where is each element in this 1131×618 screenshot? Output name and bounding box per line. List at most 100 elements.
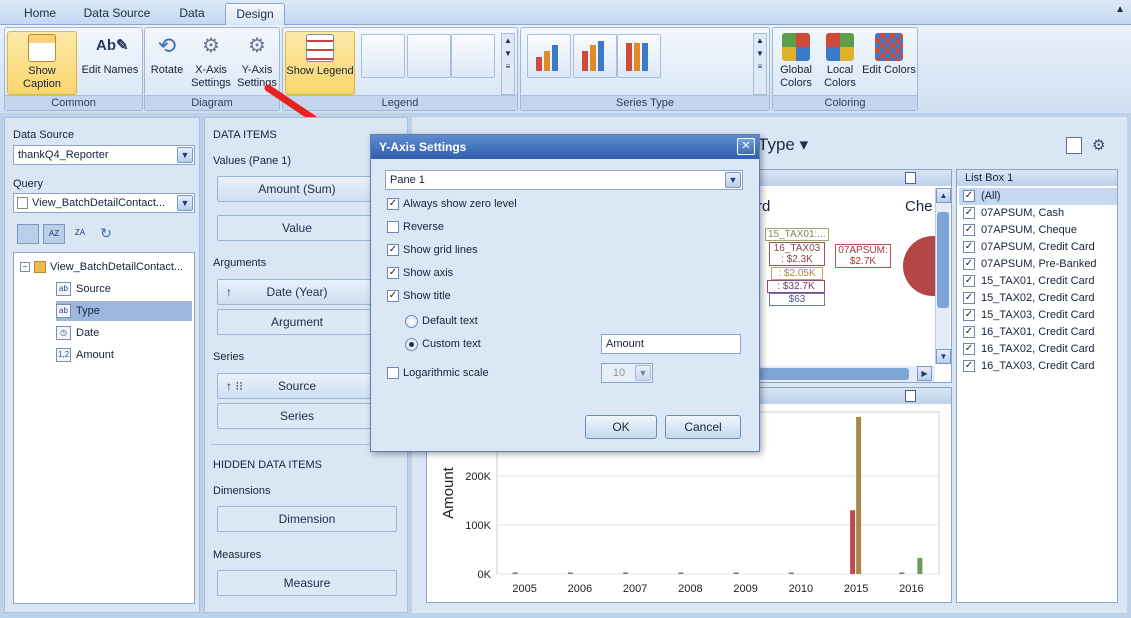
collapse-all-icon[interactable]: [17, 224, 39, 244]
checkbox-icon[interactable]: ✓: [963, 207, 975, 219]
sort-desc-icon[interactable]: ZA: [69, 224, 91, 244]
list-item[interactable]: ✓ 15_TAX03, Credit Card: [959, 307, 1117, 324]
dimension-drop-slot[interactable]: Dimension: [217, 506, 397, 532]
export-icon[interactable]: [905, 390, 916, 402]
checkbox-icon[interactable]: [387, 221, 399, 233]
series-type-full-stacked-icon[interactable]: [617, 34, 661, 78]
chevron-down-icon[interactable]: ▼: [725, 172, 741, 188]
ok-button[interactable]: OK: [585, 415, 657, 439]
pie-vertical-scrollbar[interactable]: ▲ ▼: [935, 188, 951, 364]
list-item[interactable]: ✓ 07APSUM, Pre-Banked: [959, 256, 1117, 273]
collapse-icon[interactable]: −: [20, 262, 30, 272]
tab-home[interactable]: Home: [12, 3, 68, 25]
field-item-selected[interactable]: ab Type: [56, 301, 192, 321]
legend-position-option-1[interactable]: [361, 34, 405, 78]
list-item[interactable]: ✓ 07APSUM, Cheque: [959, 222, 1117, 239]
chevron-down-icon[interactable]: ▼: [177, 147, 193, 163]
series-drop-slot[interactable]: Series: [217, 403, 377, 429]
sort-asc-icon[interactable]: AZ: [43, 224, 65, 244]
source-series-item[interactable]: ↑ ⁝⁝ Source: [217, 373, 377, 399]
edit-colors-button[interactable]: Edit Colors: [861, 31, 917, 95]
checkbox-icon[interactable]: ✓: [963, 258, 975, 270]
scroll-up-icon[interactable]: ▲: [936, 188, 951, 203]
always-zero-checkbox[interactable]: ✓ Always show zero level: [387, 196, 517, 214]
scroll-thumb[interactable]: [759, 368, 909, 380]
data-source-combo[interactable]: thankQ4_Reporter ▼: [13, 145, 195, 165]
series-type-stacked-bar-icon[interactable]: [573, 34, 617, 78]
list-item[interactable]: ✓ 07APSUM, Cash: [959, 205, 1117, 222]
checkbox-icon[interactable]: ✓: [963, 343, 975, 355]
pane-select[interactable]: Pane 1 ▼: [385, 170, 743, 190]
cancel-button[interactable]: Cancel: [665, 415, 741, 439]
checkbox-icon[interactable]: ✓: [387, 244, 399, 256]
series-type-gallery-scroll[interactable]: ▲ ▼ ≡: [753, 33, 767, 95]
checkbox-icon[interactable]: ✓: [387, 290, 399, 302]
query-combo[interactable]: View_BatchDetailContact... ▼: [13, 193, 195, 213]
checkbox-icon[interactable]: ✓: [963, 292, 975, 304]
checkbox-icon[interactable]: ✓: [963, 275, 975, 287]
scroll-thumb[interactable]: [937, 212, 949, 308]
scroll-down-icon[interactable]: ▼: [936, 349, 951, 364]
settings-icon[interactable]: ⚙: [1092, 137, 1110, 155]
global-colors-button[interactable]: Global Colors: [775, 31, 817, 95]
field-item[interactable]: ab Source: [56, 279, 192, 299]
legend-position-option-2[interactable]: [407, 34, 451, 78]
legend-gallery-scroll[interactable]: ▲ ▼ ≡: [501, 33, 515, 95]
list-item-label: 07APSUM, Cash: [981, 207, 1065, 219]
checkbox-icon[interactable]: [387, 367, 399, 379]
show-caption-button[interactable]: Show Caption: [7, 31, 77, 95]
list-item[interactable]: ✓ 16_TAX02, Credit Card: [959, 341, 1117, 358]
list-item[interactable]: ✓ 07APSUM, Credit Card: [959, 239, 1117, 256]
radio-icon[interactable]: [405, 315, 418, 328]
list-item-all[interactable]: ✓ (All): [959, 188, 1117, 205]
show-axis-checkbox[interactable]: ✓ Show axis: [387, 265, 453, 283]
field-item[interactable]: 1,2 Amount: [56, 345, 192, 365]
pie-horizontal-scrollbar[interactable]: ▶: [759, 366, 935, 382]
refresh-icon[interactable]: ↻: [95, 224, 117, 244]
ribbon-collapse-icon[interactable]: ▲: [1115, 4, 1125, 15]
show-title-checkbox[interactable]: ✓ Show title: [387, 288, 451, 306]
checkbox-icon[interactable]: ✓: [963, 224, 975, 236]
scroll-right-icon[interactable]: ▶: [917, 366, 932, 381]
field-name: Date: [76, 327, 100, 339]
custom-title-input[interactable]: Amount: [601, 334, 741, 354]
custom-text-radio[interactable]: Custom text: [405, 336, 481, 354]
date-year-item[interactable]: ↑ Date (Year): [217, 279, 377, 305]
checkbox-icon[interactable]: ✓: [963, 360, 975, 372]
field-item[interactable]: ◷ Date: [56, 323, 192, 343]
x-axis-settings-button[interactable]: ⚙ X-Axis Settings: [189, 31, 233, 95]
list-item[interactable]: ✓ 15_TAX02, Credit Card: [959, 290, 1117, 307]
checkbox-icon[interactable]: ✓: [387, 267, 399, 279]
value-drop-slot[interactable]: Value: [217, 215, 377, 241]
reverse-checkbox[interactable]: Reverse: [387, 219, 444, 237]
tree-root[interactable]: − View_BatchDetailContact...: [20, 257, 192, 277]
checkbox-icon[interactable]: ✓: [963, 326, 975, 338]
show-grid-lines-checkbox[interactable]: ✓ Show grid lines: [387, 242, 478, 260]
argument-drop-slot[interactable]: Argument: [217, 309, 377, 335]
default-text-radio[interactable]: Default text: [405, 313, 478, 331]
edit-names-button[interactable]: Ab✎ Edit Names: [79, 31, 141, 95]
list-item[interactable]: ✓ 16_TAX01, Credit Card: [959, 324, 1117, 341]
measure-drop-slot[interactable]: Measure: [217, 570, 397, 596]
local-colors-button[interactable]: Local Colors: [819, 31, 861, 95]
checkbox-icon[interactable]: ✓: [963, 190, 975, 202]
radio-icon[interactable]: [405, 338, 418, 351]
checkbox-icon[interactable]: ✓: [963, 309, 975, 321]
pie-slice-label: : $32.7K: [767, 280, 825, 293]
logarithmic-scale-checkbox[interactable]: Logarithmic scale: [387, 365, 489, 383]
export-icon[interactable]: [905, 172, 916, 184]
tab-data[interactable]: Data: [163, 3, 221, 25]
tab-design[interactable]: Design: [225, 3, 285, 25]
export-icon[interactable]: [1066, 137, 1082, 154]
rotate-button[interactable]: ⟲ Rotate: [147, 31, 187, 95]
list-item[interactable]: ✓ 15_TAX01, Credit Card: [959, 273, 1117, 290]
tab-data-source[interactable]: Data Source: [78, 3, 156, 25]
legend-position-option-3[interactable]: [451, 34, 495, 78]
list-item[interactable]: ✓ 16_TAX03, Credit Card: [959, 358, 1117, 375]
checkbox-icon[interactable]: ✓: [387, 198, 399, 210]
checkbox-icon[interactable]: ✓: [963, 241, 975, 253]
amount-sum-item[interactable]: Amount (Sum): [217, 176, 377, 202]
close-icon[interactable]: ✕: [737, 138, 755, 155]
chevron-down-icon[interactable]: ▼: [177, 195, 193, 211]
series-type-bar-icon[interactable]: [527, 34, 571, 78]
